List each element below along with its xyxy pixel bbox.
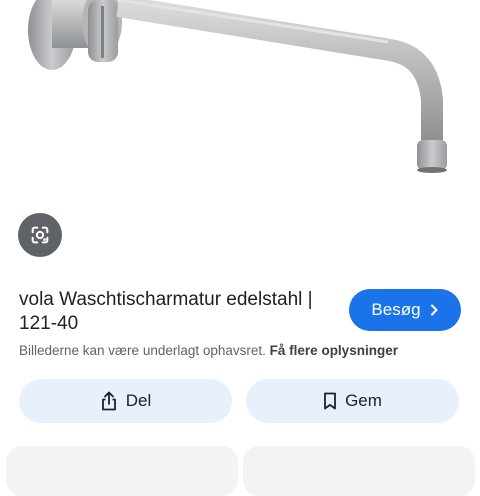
bookmark-icon	[324, 392, 336, 410]
more-info-link[interactable]: Få flere oplysninger	[270, 343, 398, 358]
visit-label: Besøg	[371, 300, 421, 319]
result-title[interactable]: vola Waschtischarmatur edelstahl | 121-4…	[19, 288, 339, 336]
google-lens-icon	[31, 226, 49, 244]
visit-button[interactable]: Besøg	[349, 289, 461, 331]
save-label: Gem	[345, 391, 382, 410]
related-result-card[interactable]	[6, 446, 238, 496]
copyright-notice: Billederne kan være underlagt ophavsret.…	[19, 343, 469, 358]
share-label: Del	[125, 391, 152, 410]
related-result-card[interactable]	[243, 446, 475, 496]
google-lens-button[interactable]	[18, 213, 62, 257]
share-button[interactable]: Del	[19, 379, 232, 423]
save-button[interactable]: Gem	[246, 379, 459, 423]
copyright-text: Billederne kan være underlagt ophavsret.	[19, 343, 266, 358]
product-image[interactable]	[0, 0, 480, 200]
share-icon	[101, 391, 116, 411]
chevron-right-icon	[430, 304, 438, 316]
